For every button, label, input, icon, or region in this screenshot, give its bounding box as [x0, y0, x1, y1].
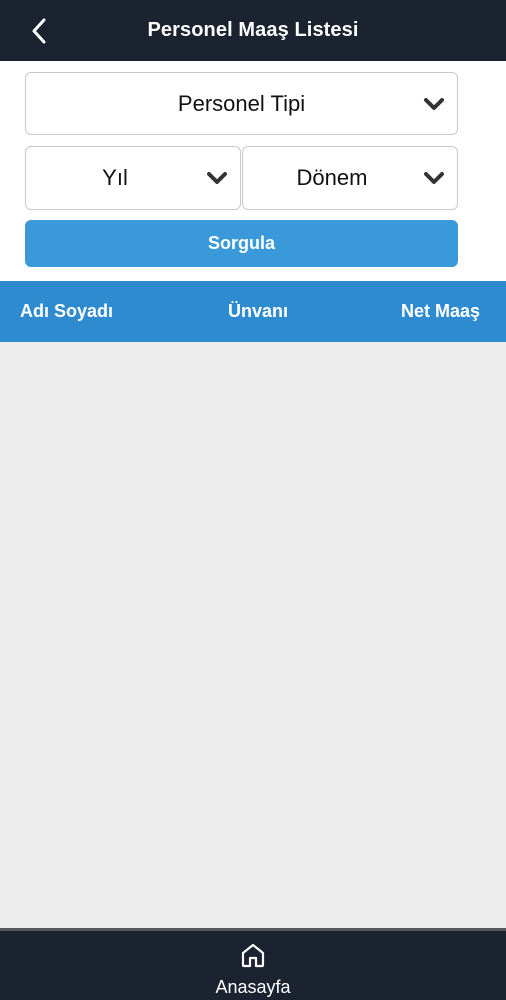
bottom-navigation: Anasayfa [0, 928, 506, 1000]
period-select[interactable]: Dönem [242, 146, 458, 210]
chevron-down-icon [207, 172, 227, 184]
year-select[interactable]: Yıl [25, 146, 241, 210]
column-header-net-salary: Net Maaş [400, 301, 480, 321]
app-root: Personel Maaş Listesi Personel Tipi Yıl … [0, 0, 506, 1000]
home-icon [241, 943, 265, 968]
period-value: Dönem [296, 165, 368, 190]
chevron-left-icon [32, 18, 46, 44]
filter-panel: Personel Tipi Yıl Dönem Sorgula [0, 61, 506, 281]
salary-list [0, 342, 506, 928]
page-title: Personel Maaş Listesi [147, 19, 359, 41]
column-header-title: Ünvanı [228, 301, 289, 321]
chevron-down-icon [424, 172, 444, 184]
nav-item-home-label: Anasayfa [215, 977, 291, 997]
personnel-type-select[interactable]: Personel Tipi [25, 72, 458, 135]
year-value: Yıl [102, 165, 128, 190]
column-header-name: Adı Soyadı [20, 301, 114, 321]
app-header: Personel Maaş Listesi [0, 0, 506, 61]
table-header: Adı Soyadı Ünvanı Net Maaş [0, 281, 506, 342]
chevron-down-icon [424, 97, 444, 110]
query-button[interactable]: Sorgula [25, 220, 458, 267]
personnel-type-value: Personel Tipi [177, 90, 306, 116]
back-button[interactable] [24, 16, 54, 46]
nav-item-home[interactable]: Anasayfa [200, 931, 306, 1000]
